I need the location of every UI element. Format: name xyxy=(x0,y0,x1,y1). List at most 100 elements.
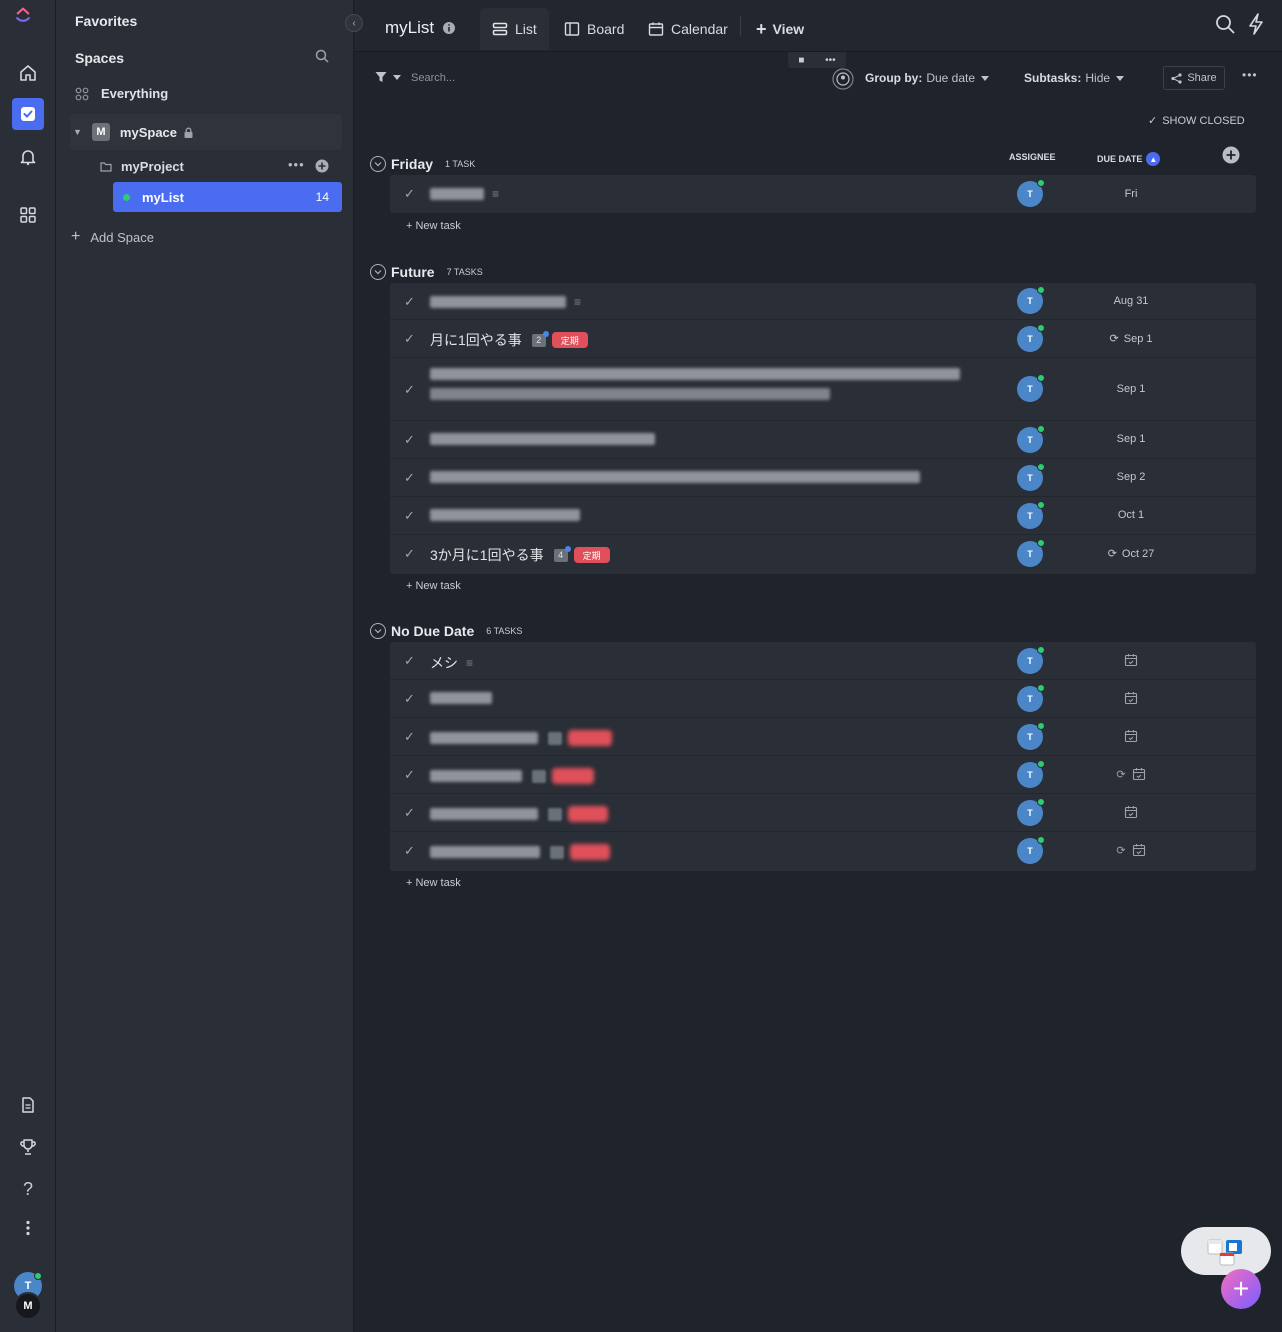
new-task-button[interactable]: + New task xyxy=(406,220,461,232)
table-row[interactable]: ✓ T xyxy=(390,718,1256,756)
due-date[interactable]: Aug 31 xyxy=(1080,295,1182,307)
task-name[interactable] xyxy=(430,730,612,746)
clickup-logo-icon[interactable] xyxy=(14,6,32,24)
table-row[interactable]: ✓ ≡ T Aug 31 xyxy=(390,283,1256,320)
subtask-count-badge[interactable] xyxy=(550,845,564,859)
avatar[interactable]: T xyxy=(1017,760,1045,788)
me-mode-icon[interactable] xyxy=(832,68,854,90)
column-header-assignee[interactable]: ASSIGNEE xyxy=(1009,152,1056,162)
table-row[interactable]: ✓ T ⟳ xyxy=(390,756,1256,794)
subtask-count-badge[interactable] xyxy=(548,731,562,745)
due-date[interactable]: Sep 1 xyxy=(1080,383,1182,395)
table-row[interactable]: ✓ T xyxy=(390,680,1256,718)
complete-check-icon[interactable]: ✓ xyxy=(404,843,415,859)
dashboards-grid-icon[interactable] xyxy=(12,199,44,231)
complete-check-icon[interactable]: ✓ xyxy=(404,470,415,486)
complete-check-icon[interactable]: ✓ xyxy=(404,432,415,448)
new-task-button[interactable]: + New task xyxy=(406,877,461,889)
tag[interactable]: 定期 xyxy=(573,547,610,563)
task-name[interactable] xyxy=(430,368,960,400)
info-icon[interactable] xyxy=(443,22,456,34)
help-icon[interactable]: ? xyxy=(12,1173,44,1205)
search-input[interactable]: Search... xyxy=(411,72,455,84)
avatar[interactable]: T xyxy=(1017,722,1045,750)
set-due-date-button[interactable] xyxy=(1080,691,1182,705)
task-name[interactable]: メシ ≡ xyxy=(430,653,473,673)
complete-check-icon[interactable]: ✓ xyxy=(404,546,415,562)
spaces-heading[interactable]: Spaces xyxy=(75,50,124,66)
avatar[interactable]: T xyxy=(1017,324,1045,352)
tag[interactable] xyxy=(570,844,610,860)
task-name[interactable] xyxy=(430,433,655,445)
more-vertical-icon[interactable] xyxy=(12,1212,44,1244)
due-date[interactable]: ⟳ Oct 27 xyxy=(1080,547,1182,561)
lightning-icon[interactable] xyxy=(1248,13,1264,35)
group-header-future[interactable]: Future 7 TASKS xyxy=(370,264,483,280)
table-row[interactable]: ✓ T Sep 2 xyxy=(390,459,1256,497)
notifications-bell-icon[interactable] xyxy=(12,141,44,173)
complete-check-icon[interactable]: ✓ xyxy=(404,767,415,783)
sort-ascending-icon[interactable]: ▲ xyxy=(1146,152,1161,166)
table-row[interactable]: ✓ 月に1回やる事 2 定期 T ⟳ Sep 1 xyxy=(390,320,1256,358)
task-name[interactable] xyxy=(430,692,492,704)
task-name[interactable]: 3か月に1回やる事 4 定期 xyxy=(430,545,610,565)
table-row[interactable]: ✓ T Sep 1 xyxy=(390,358,1256,421)
add-space-button[interactable]: + Add Space xyxy=(71,228,154,246)
set-due-date-button[interactable]: ⟳ xyxy=(1080,767,1182,781)
subtask-count-badge[interactable]: 2 xyxy=(531,330,549,347)
task-name[interactable] xyxy=(430,844,610,860)
due-date[interactable]: ⟳ Sep 1 xyxy=(1080,332,1182,346)
sidebar-item-myproject[interactable]: myProject xyxy=(100,159,184,174)
table-row[interactable]: ✓ メシ ≡ T xyxy=(390,642,1256,680)
due-date[interactable]: Oct 1 xyxy=(1080,509,1182,521)
set-due-date-button[interactable]: ⟳ xyxy=(1080,843,1182,857)
avatar[interactable]: T xyxy=(1017,501,1045,529)
project-more-icon[interactable]: ••• xyxy=(288,157,305,172)
due-date[interactable]: Sep 1 xyxy=(1080,433,1182,445)
complete-check-icon[interactable]: ✓ xyxy=(404,653,415,669)
complete-check-icon[interactable]: ✓ xyxy=(404,331,415,347)
table-row[interactable]: ✓ T ⟳ xyxy=(390,832,1256,871)
table-row[interactable]: ✓ ≡ T Fri xyxy=(390,175,1256,213)
add-column-icon[interactable] xyxy=(1222,146,1240,164)
group-header-friday[interactable]: Friday 1 TASK xyxy=(370,156,475,172)
tag[interactable] xyxy=(552,768,594,784)
table-row[interactable]: ✓ T Sep 1 xyxy=(390,421,1256,459)
quick-create-button[interactable]: + xyxy=(1221,1269,1261,1309)
task-name[interactable] xyxy=(430,768,594,784)
show-closed-toggle[interactable]: ✓ SHOW CLOSED xyxy=(1148,114,1245,128)
avatar[interactable]: T xyxy=(1017,425,1045,453)
complete-check-icon[interactable]: ✓ xyxy=(404,186,415,202)
table-row[interactable]: ✓ T Oct 1 xyxy=(390,497,1256,535)
task-name[interactable]: 月に1回やる事 2 定期 xyxy=(430,330,588,350)
chevron-down-icon[interactable]: ▼ xyxy=(73,127,82,137)
column-header-due-date[interactable]: DUE DATE ▲ xyxy=(1097,152,1161,166)
sidebar-item-mylist[interactable]: myList 14 xyxy=(113,182,342,212)
new-task-button[interactable]: + New task xyxy=(406,580,461,592)
subtask-count-badge[interactable]: 4 xyxy=(553,545,571,562)
avatar[interactable]: T xyxy=(1017,286,1045,314)
task-name[interactable]: ≡ xyxy=(430,187,499,201)
task-name[interactable] xyxy=(430,471,920,483)
avatar[interactable]: T xyxy=(1017,374,1045,402)
tab-calendar[interactable]: Calendar xyxy=(648,8,728,50)
avatar[interactable]: T xyxy=(1017,463,1045,491)
avatar[interactable]: T xyxy=(1017,646,1045,674)
set-due-date-button[interactable] xyxy=(1080,653,1182,667)
add-view-button[interactable]: + View xyxy=(756,8,804,50)
tag[interactable] xyxy=(568,730,612,746)
more-options-icon[interactable]: ••• xyxy=(1242,68,1258,82)
subtask-count-badge[interactable] xyxy=(548,807,562,821)
sidebar-space-row[interactable]: ▼ M mySpace xyxy=(73,123,194,141)
set-due-date-button[interactable] xyxy=(1080,729,1182,743)
sidebar-item-everything[interactable]: Everything xyxy=(75,86,168,101)
complete-check-icon[interactable]: ✓ xyxy=(404,294,415,310)
avatar[interactable]: T xyxy=(1017,179,1045,207)
table-row[interactable]: ✓ T xyxy=(390,794,1256,832)
table-row[interactable]: ✓ 3か月に1回やる事 4 定期 T ⟳ Oct 27 xyxy=(390,535,1256,574)
complete-check-icon[interactable]: ✓ xyxy=(404,691,415,707)
calendar-sync-button[interactable] xyxy=(1181,1227,1271,1275)
set-due-date-button[interactable] xyxy=(1080,805,1182,819)
collapse-sidebar-button[interactable]: ‹ xyxy=(345,14,363,32)
task-name[interactable] xyxy=(430,509,580,521)
